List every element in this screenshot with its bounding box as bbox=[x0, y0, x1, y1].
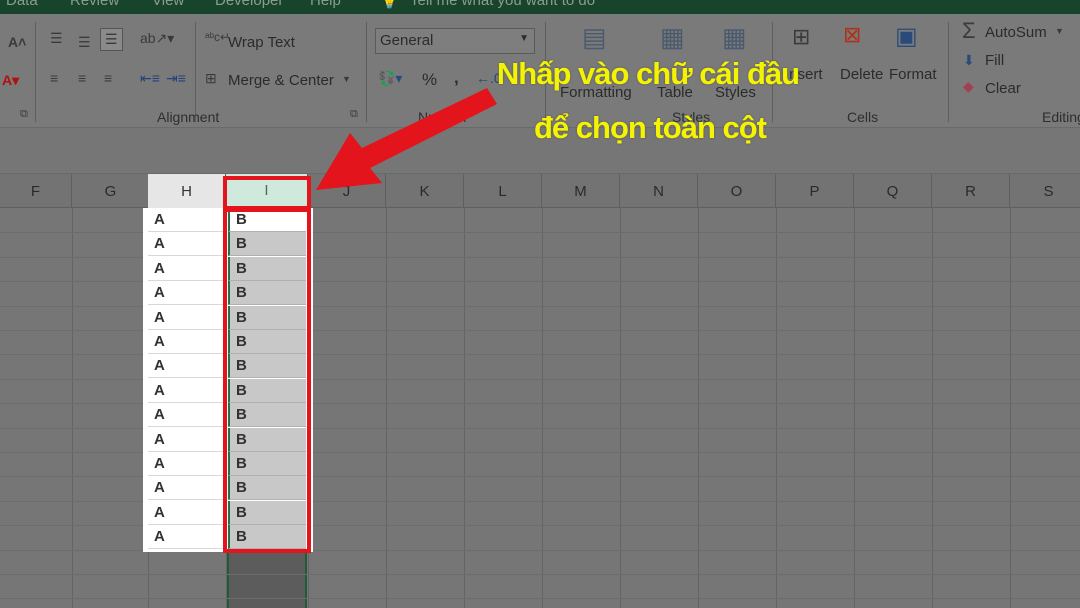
annotation-line-1: Nhấp vào chữ cái đầu bbox=[496, 56, 800, 91]
annotation-line-2: để chọn toàn cột bbox=[534, 110, 767, 145]
